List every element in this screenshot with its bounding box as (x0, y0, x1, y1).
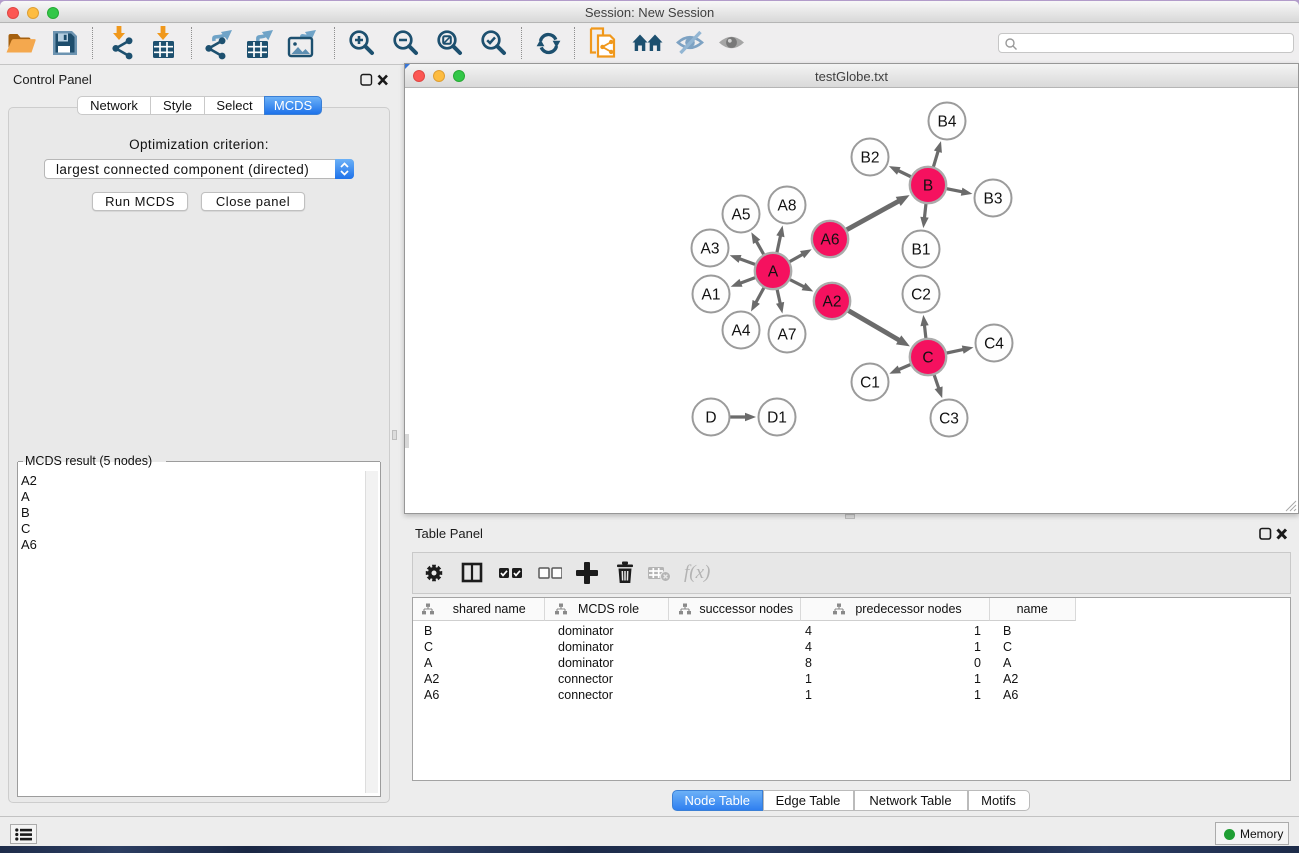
svg-text:C: C (922, 349, 933, 366)
svg-text:B: B (923, 177, 933, 194)
svg-text:D: D (705, 409, 716, 426)
svg-text:A4: A4 (732, 322, 751, 339)
svg-text:B3: B3 (984, 190, 1003, 207)
svg-text:B2: B2 (861, 149, 880, 166)
svg-text:C1: C1 (860, 374, 880, 391)
svg-text:C4: C4 (984, 335, 1004, 352)
svg-text:A: A (768, 263, 779, 280)
svg-text:C2: C2 (911, 286, 931, 303)
svg-text:A6: A6 (821, 231, 840, 248)
svg-text:A3: A3 (701, 240, 720, 257)
svg-text:A8: A8 (778, 197, 797, 214)
svg-text:A5: A5 (732, 206, 751, 223)
svg-text:f(x): f(x) (684, 562, 710, 583)
svg-text:B1: B1 (912, 241, 931, 258)
svg-text:D1: D1 (767, 409, 787, 426)
svg-text:A7: A7 (778, 326, 797, 343)
svg-text:A2: A2 (823, 293, 842, 310)
svg-text:A1: A1 (702, 286, 721, 303)
svg-text:C3: C3 (939, 410, 959, 427)
svg-text:B4: B4 (938, 113, 957, 130)
